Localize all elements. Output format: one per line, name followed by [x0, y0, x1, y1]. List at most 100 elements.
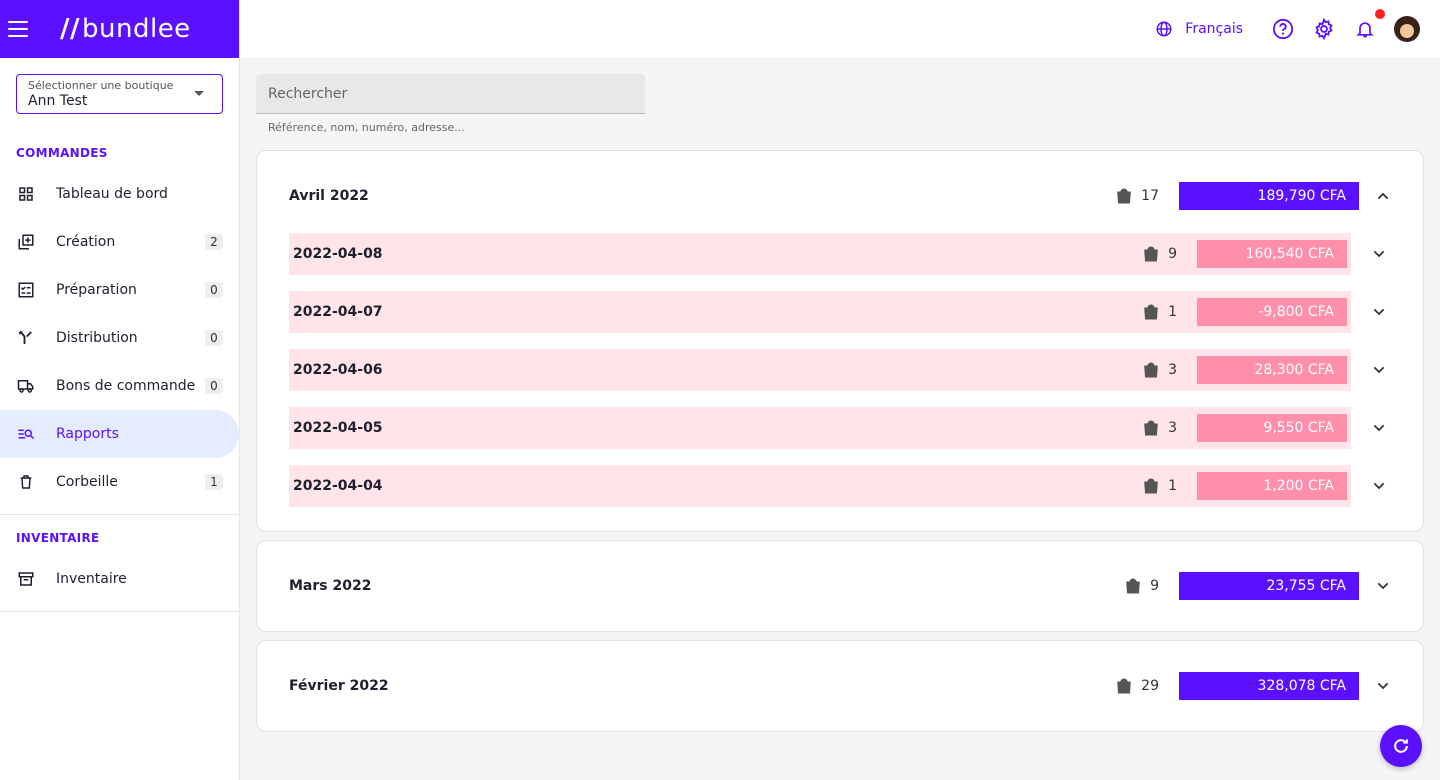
- sidebar-item-distribution[interactable]: Distribution 0: [0, 314, 239, 362]
- shopping-bag-icon: [1144, 362, 1158, 378]
- chevron-down-icon[interactable]: [1359, 578, 1391, 594]
- sidebar-item-count: 0: [205, 378, 223, 394]
- main-content: Référence, nom, numéro, adresse... Avril…: [240, 58, 1440, 780]
- avatar[interactable]: [1394, 16, 1420, 42]
- shopping-bag-icon: [1117, 188, 1131, 204]
- brand-logo[interactable]: //bundlee: [60, 14, 191, 44]
- sidebar-item-rapports[interactable]: Rapports: [0, 410, 239, 458]
- store-select-label: Sélectionner une boutique: [28, 79, 174, 92]
- order-count: 3: [1142, 361, 1177, 379]
- month-header[interactable]: Février 2022 29 328,078 CFA: [289, 671, 1391, 701]
- sidebar-item-label: Préparation: [56, 282, 137, 298]
- month-amount: 328,078 CFA: [1179, 672, 1359, 700]
- order-count: 9: [1124, 577, 1159, 595]
- help-icon[interactable]: [1271, 17, 1295, 41]
- month-title: Mars 2022: [289, 578, 372, 594]
- sidebar-item-preparation[interactable]: Préparation 0: [0, 266, 239, 314]
- day-amount: -9,800 CFA: [1197, 298, 1347, 326]
- sidebar-item-corbeille[interactable]: Corbeille 1: [0, 458, 239, 506]
- checklist-icon: [16, 280, 36, 300]
- globe-icon: [1156, 21, 1172, 37]
- month-amount: 189,790 CFA: [1179, 182, 1359, 210]
- sidebar-item-label: Bons de commande: [56, 378, 196, 394]
- chevron-up-icon[interactable]: [1359, 188, 1391, 204]
- day-row[interactable]: 2022-04-04 1 1,200 CFA: [289, 465, 1351, 507]
- search-input[interactable]: [268, 85, 633, 102]
- day-date: 2022-04-05: [293, 420, 383, 436]
- sidebar-item-tableau-de-bord[interactable]: Tableau de bord: [0, 170, 239, 218]
- order-count: 29: [1115, 677, 1159, 695]
- refresh-icon: [1394, 739, 1408, 753]
- sidebar-item-count: 0: [205, 282, 223, 298]
- day-row[interactable]: 2022-04-08 9 160,540 CFA: [289, 233, 1351, 275]
- sidebar-item-inventaire[interactable]: Inventaire: [0, 555, 239, 603]
- order-count: 1: [1142, 477, 1177, 495]
- sidebar-item-label: Tableau de bord: [56, 186, 168, 202]
- chevron-down-icon[interactable]: [1369, 291, 1389, 333]
- shopping-bag-icon: [1144, 478, 1158, 494]
- chevron-down-icon[interactable]: [1369, 465, 1389, 507]
- library-add-icon: [16, 232, 36, 252]
- month-header[interactable]: Mars 2022 9 23,755 CFA: [289, 571, 1391, 601]
- month-header[interactable]: Avril 2022 17 189,790 CFA: [289, 181, 1391, 211]
- sidebar-item-label: Corbeille: [56, 474, 118, 490]
- top-bar: Français: [240, 0, 1440, 58]
- sidebar-item-label: Inventaire: [56, 571, 127, 587]
- order-count: 17: [1115, 187, 1159, 205]
- month-title: Février 2022: [289, 678, 389, 694]
- sidebar-item-count: 2: [205, 234, 223, 250]
- chevron-down-icon[interactable]: [1369, 233, 1389, 275]
- shopping-bag-icon: [1117, 678, 1131, 694]
- store-select-value: Ann Test: [28, 93, 88, 109]
- shopping-bag-icon: [1144, 420, 1158, 436]
- store-select[interactable]: Sélectionner une boutique Ann Test: [16, 74, 223, 114]
- search-helper-text: Référence, nom, numéro, adresse...: [268, 121, 465, 134]
- day-amount: 9,550 CFA: [1197, 414, 1347, 442]
- gear-icon[interactable]: [1312, 17, 1336, 41]
- search-field[interactable]: [256, 74, 645, 114]
- notification-dot: [1375, 9, 1385, 19]
- chevron-down-icon[interactable]: [1359, 678, 1391, 694]
- day-amount: 28,300 CFA: [1197, 356, 1347, 384]
- sidebar-item-bons-de-commande[interactable]: Bons de commande 0: [0, 362, 239, 410]
- truck-icon: [16, 376, 36, 396]
- sidebar-item-creation[interactable]: Création 2: [0, 218, 239, 266]
- dashboard-icon: [16, 184, 36, 204]
- sidebar: //bundlee Sélectionner une boutique Ann …: [0, 0, 240, 780]
- day-date: 2022-04-07: [293, 304, 383, 320]
- sidebar-divider: [0, 611, 239, 612]
- language-selector[interactable]: Français: [1155, 20, 1243, 38]
- manage-search-icon: [16, 424, 36, 444]
- day-row[interactable]: 2022-04-05 3 9,550 CFA: [289, 407, 1351, 449]
- brand-bar: //bundlee: [0, 0, 239, 58]
- day-date: 2022-04-04: [293, 478, 383, 494]
- day-amount: 160,540 CFA: [1197, 240, 1347, 268]
- month-title: Avril 2022: [289, 188, 369, 204]
- archive-icon: [16, 569, 36, 589]
- sidebar-item-label: Distribution: [56, 330, 138, 346]
- day-row[interactable]: 2022-04-06 3 28,300 CFA: [289, 349, 1351, 391]
- menu-icon[interactable]: [8, 21, 28, 37]
- day-date: 2022-04-06: [293, 362, 383, 378]
- sidebar-item-count: 1: [205, 474, 223, 490]
- chevron-down-icon[interactable]: [1369, 407, 1389, 449]
- chevron-down-icon[interactable]: [1369, 349, 1389, 391]
- shopping-bag-icon: [1126, 578, 1140, 594]
- month-card: Février 2022 29 328,078 CFA: [256, 640, 1424, 732]
- order-count: 3: [1142, 419, 1177, 437]
- day-row[interactable]: 2022-04-07 1 -9,800 CFA: [289, 291, 1351, 333]
- section-title-inventaire: INVENTAIRE: [16, 531, 100, 545]
- order-count: 9: [1142, 245, 1177, 263]
- order-count: 1: [1142, 303, 1177, 321]
- sidebar-item-count: 0: [205, 330, 223, 346]
- month-amount: 23,755 CFA: [1179, 572, 1359, 600]
- language-label: Français: [1185, 21, 1243, 37]
- trash-icon: [16, 472, 36, 492]
- refresh-button[interactable]: [1380, 725, 1422, 767]
- shopping-bag-icon: [1144, 246, 1158, 262]
- month-card: Mars 2022 9 23,755 CFA: [256, 540, 1424, 632]
- bell-icon[interactable]: [1353, 9, 1385, 41]
- sidebar-item-label: Rapports: [56, 426, 119, 442]
- merge-icon: [16, 328, 36, 348]
- sidebar-item-label: Création: [56, 234, 116, 250]
